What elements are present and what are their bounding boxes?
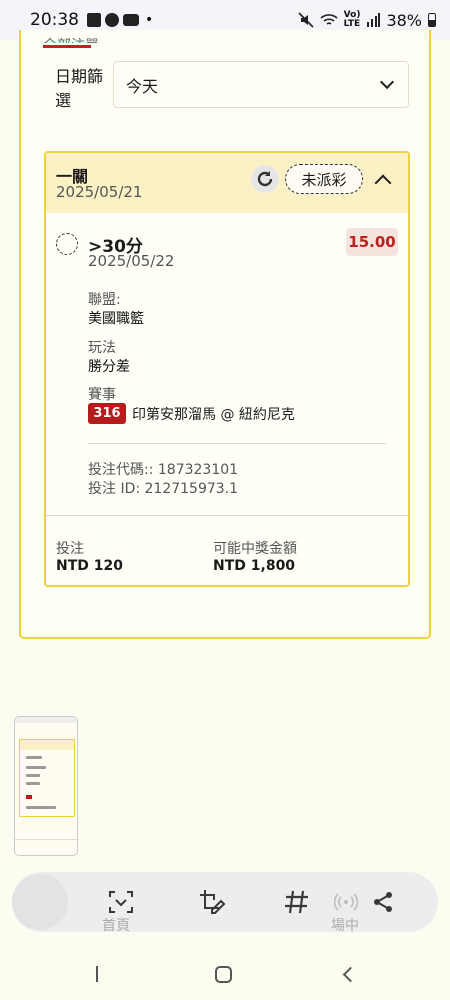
play-type-value: 勝分差 <box>88 359 130 375</box>
divider <box>88 443 386 444</box>
nearby-share-icon <box>334 893 358 911</box>
chevron-up-icon <box>374 174 392 192</box>
league-label: 聯盟: <box>88 292 121 308</box>
bet-code: 投注代碼:: 187323101 <box>88 462 239 478</box>
match-label: 賽事 <box>88 387 116 403</box>
nearby-share-button[interactable] <box>328 884 364 920</box>
stake-label: 投注 <box>56 541 84 557</box>
bet-card-header: 一關 2025/05/21 未派彩 <box>46 153 408 213</box>
youtube-icon <box>123 14 139 26</box>
thumbnail-line <box>26 766 46 769</box>
network-label: Vo) LTE <box>344 11 361 29</box>
hashtag-icon <box>285 890 308 914</box>
battery-text: 38% <box>386 10 422 30</box>
match-row: 316 印第安那溜馬 @ 紐約尼克 <box>88 403 295 424</box>
selection-date: 2025/05/22 <box>88 252 175 270</box>
home-button[interactable] <box>208 959 238 989</box>
payout-label: 可能中獎金額 <box>213 541 297 557</box>
thumbnail-card-header <box>20 740 74 750</box>
thumbnail-nav <box>15 839 77 855</box>
gallery-icon <box>87 13 101 27</box>
match-number-badge: 316 <box>88 403 126 424</box>
toolbar-ghost-circle <box>12 874 68 930</box>
collapse-button[interactable] <box>369 165 397 193</box>
tab-all-bets[interactable]: 全部注單 <box>43 35 163 43</box>
scan-text-button[interactable] <box>103 884 139 920</box>
screenshot-thumbnail[interactable] <box>14 716 78 856</box>
share-button[interactable] <box>365 884 401 920</box>
refresh-icon <box>257 171 273 187</box>
share-icon <box>374 892 392 912</box>
league-value: 美國職籃 <box>88 311 144 327</box>
recents-button[interactable] <box>82 959 112 989</box>
thumbnail-status-bar <box>15 717 77 723</box>
signal-icon <box>367 13 381 27</box>
status-right: Vo) LTE 38% <box>298 11 436 30</box>
selection-radio[interactable] <box>56 233 78 255</box>
bet-date: 2025/05/21 <box>56 183 143 201</box>
date-filter-value: 今天 <box>126 76 159 96</box>
back-button[interactable] <box>333 959 363 989</box>
mute-icon <box>298 12 314 28</box>
chat-icon <box>105 13 119 27</box>
date-filter-select[interactable]: 今天 <box>113 61 409 108</box>
notification-dot: • <box>145 12 154 28</box>
scan-text-icon <box>109 891 133 913</box>
footer-divider <box>46 515 408 516</box>
date-filter-label: 日期篩選 <box>55 67 104 110</box>
thumbnail-card <box>19 739 75 817</box>
recents-icon <box>96 966 98 982</box>
play-type-label: 玩法 <box>88 340 116 356</box>
stake-value: NTD 120 <box>56 558 123 574</box>
odds-badge: 15.00 <box>346 228 398 256</box>
hashtag-button[interactable] <box>279 884 315 920</box>
chevron-down-icon <box>379 74 395 89</box>
payout-value: NTD 1,800 <box>213 558 296 574</box>
bet-card: 一關 2025/05/21 未派彩 >30分 2025/05/22 15.00 … <box>44 151 410 587</box>
back-icon <box>342 966 358 982</box>
bet-id: 投注 ID: 212715973.1 <box>88 481 239 497</box>
system-nav-bar <box>0 945 450 1000</box>
thumbnail-line <box>26 782 40 785</box>
battery-icon <box>428 13 436 27</box>
home-icon <box>214 965 232 983</box>
thumbnail-match-badge <box>26 795 32 799</box>
active-tab-indicator <box>43 45 91 48</box>
thumbnail-line <box>26 806 56 809</box>
crop-edit-button[interactable] <box>194 884 230 920</box>
match-name: 印第安那溜馬 @ 紐約尼克 <box>132 406 295 423</box>
wifi-icon <box>320 14 338 25</box>
status-time: 20:38 <box>30 10 79 30</box>
network-label-bottom: LTE <box>343 19 361 29</box>
crop-edit-icon <box>200 890 226 914</box>
bet-list-panel: 全部注單 日期篩選 今天 一關 2025/05/21 未派彩 >30分 2025… <box>19 30 431 639</box>
screenshot-toolbar: 首頁 場中 <box>12 872 438 934</box>
status-badge: 未派彩 <box>285 164 363 194</box>
thumbnail-line <box>26 756 42 759</box>
refresh-button[interactable] <box>251 165 279 193</box>
thumbnail-line <box>26 774 40 777</box>
